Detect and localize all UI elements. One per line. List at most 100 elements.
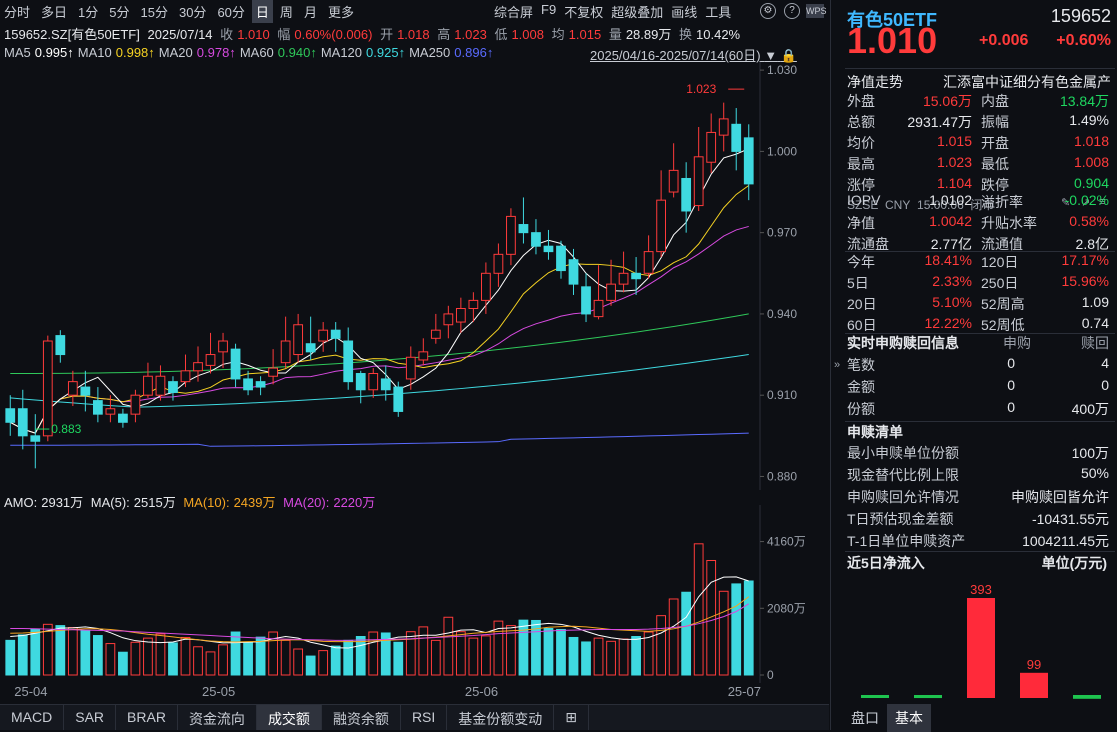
stat-label: 5日 [847, 273, 869, 293]
candle [532, 219, 541, 254]
volume-bar [594, 638, 603, 675]
indicator-tab[interactable]: BRAR [116, 705, 178, 730]
volume-bar [81, 630, 90, 675]
ma-value: 0.940↑ [278, 45, 317, 60]
volume-bar [644, 632, 653, 675]
indicator-tab[interactable]: RSI [401, 705, 447, 730]
volume-bar [694, 544, 703, 675]
candle [281, 317, 290, 368]
volume-bar [344, 640, 353, 675]
tool-menu-item[interactable]: 超级叠加 [611, 2, 663, 21]
quote-date: 2025/07/14 [147, 27, 212, 42]
period-tab[interactable]: 更多 [324, 0, 358, 23]
fund-code: 159652 [1051, 6, 1111, 27]
ma-label: MA120 [321, 45, 362, 60]
indicator-tab[interactable]: 成交额 [257, 705, 322, 730]
indicator-tab[interactable]: MACD [0, 705, 64, 730]
volume-bar [394, 642, 403, 675]
stat-value: 0.58% [1069, 213, 1109, 229]
stat-label: 最低 [981, 154, 1009, 174]
stat-value: 5.10% [932, 294, 972, 310]
redeem-label: 笔数 [847, 355, 875, 375]
right-tab[interactable]: 基本 [887, 704, 931, 732]
stat-row: 20日5.10%52周高1.09 [847, 294, 1109, 315]
avg-value: 1.015 [569, 27, 602, 42]
candle [156, 365, 165, 400]
redeem-header: 实时申购赎回信息申购赎回 [847, 333, 1109, 354]
volume-bar [169, 643, 178, 675]
close-value: 1.010 [237, 27, 270, 42]
dropdown-icon[interactable]: ▼ [764, 48, 777, 63]
period-tab[interactable]: 5分 [105, 0, 133, 23]
candle [669, 143, 678, 197]
volume-bar [632, 637, 641, 675]
stock-code: 159652.SZ[有色50ETF] [4, 27, 140, 42]
period-tab[interactable]: 日 [252, 0, 273, 23]
candle [306, 317, 315, 360]
candle [331, 322, 340, 352]
price-change-pct: +0.60% [1056, 32, 1111, 50]
candle [344, 327, 353, 389]
redeem-list-value: 100万 [1072, 443, 1109, 463]
volume-chart[interactable]: 4160万2080万0 [0, 505, 829, 683]
x-tick-label: 25-04 [14, 684, 47, 699]
period-tab[interactable]: 60分 [213, 0, 248, 23]
indicator-tab[interactable]: 融资余额 [322, 705, 401, 730]
nav-trend-link[interactable]: 净值走势 [847, 72, 903, 92]
help-icon[interactable]: ? [784, 3, 800, 19]
candle [707, 113, 716, 173]
volume-bar [719, 591, 728, 675]
wps-icon[interactable]: WPS [806, 4, 824, 18]
volume-bar [119, 652, 128, 675]
lock-icon[interactable]: 🔒 [781, 48, 797, 63]
ma-value: 0.925↑ [366, 45, 405, 60]
ma-value: 0.998↑ [116, 45, 155, 60]
right-tabs: 盘口基本 [843, 704, 931, 732]
indicator-tab[interactable]: SAR [64, 705, 116, 730]
indicator-tab[interactable]: 资金流向 [178, 705, 257, 730]
tool-menu: 综合屏 F9 不复权超级叠加画线工具 [494, 2, 739, 21]
date-range-text: 2025/04/16-2025/07/14(60日) [590, 48, 761, 63]
settings-icon[interactable]: ⚙ [760, 3, 776, 19]
low-value: 1.008 [511, 27, 544, 42]
candlestick-chart[interactable]: 1.0301.0000.9700.9400.9100.8801.0230.883 [0, 62, 829, 490]
volume-bar [356, 637, 365, 675]
period-tab[interactable]: 分时 [0, 0, 34, 23]
collapse-toggle-icon[interactable]: » [831, 315, 843, 415]
inflow-bar [967, 598, 995, 698]
vol-tick-label: 2080万 [767, 601, 806, 615]
period-tab[interactable]: 1分 [74, 0, 102, 23]
candle [494, 243, 503, 286]
right-tab[interactable]: 盘口 [843, 704, 887, 732]
candle [6, 395, 15, 436]
period-tab[interactable]: 月 [300, 0, 321, 23]
period-tab[interactable]: 周 [276, 0, 297, 23]
period-tab[interactable]: 30分 [175, 0, 210, 23]
vol-tick-label: 4160万 [767, 535, 806, 549]
volume-bar [682, 592, 691, 675]
volume-bar [281, 640, 290, 675]
stat-row: 总额2931.47万振幅1.49% [847, 112, 1109, 133]
candle [507, 208, 516, 265]
volume-bar [244, 642, 253, 675]
tool-menu-item[interactable]: F9 [541, 2, 556, 21]
y-tick-label: 1.030 [767, 63, 797, 77]
volume-bar [732, 584, 741, 675]
tool-menu-item[interactable]: 工具 [705, 2, 731, 21]
period-tab[interactable]: 15分 [137, 0, 172, 23]
tool-menu-item[interactable]: 画线 [671, 2, 697, 21]
tool-menu-item[interactable]: 综合屏 [494, 2, 533, 21]
stat-label: IOPV [847, 192, 880, 208]
candle [256, 376, 265, 395]
candle [56, 330, 65, 363]
volume-bar [194, 647, 203, 675]
tool-menu-item[interactable]: 不复权 [564, 2, 603, 21]
indicator-tab[interactable]: 基金份额变动 [447, 705, 554, 730]
redeem-list-label: 申购赎回允许情况 [847, 487, 959, 507]
redeem-list-row: 最小申赎单位份额100万 [847, 443, 1109, 464]
y-tick-label: 0.970 [767, 226, 797, 240]
add-tab-icon[interactable]: ⊞ [554, 705, 589, 730]
volume-bar [607, 641, 616, 675]
period-tab[interactable]: 多日 [37, 0, 71, 23]
redeem-subscribe-value: 0 [1007, 399, 1015, 415]
